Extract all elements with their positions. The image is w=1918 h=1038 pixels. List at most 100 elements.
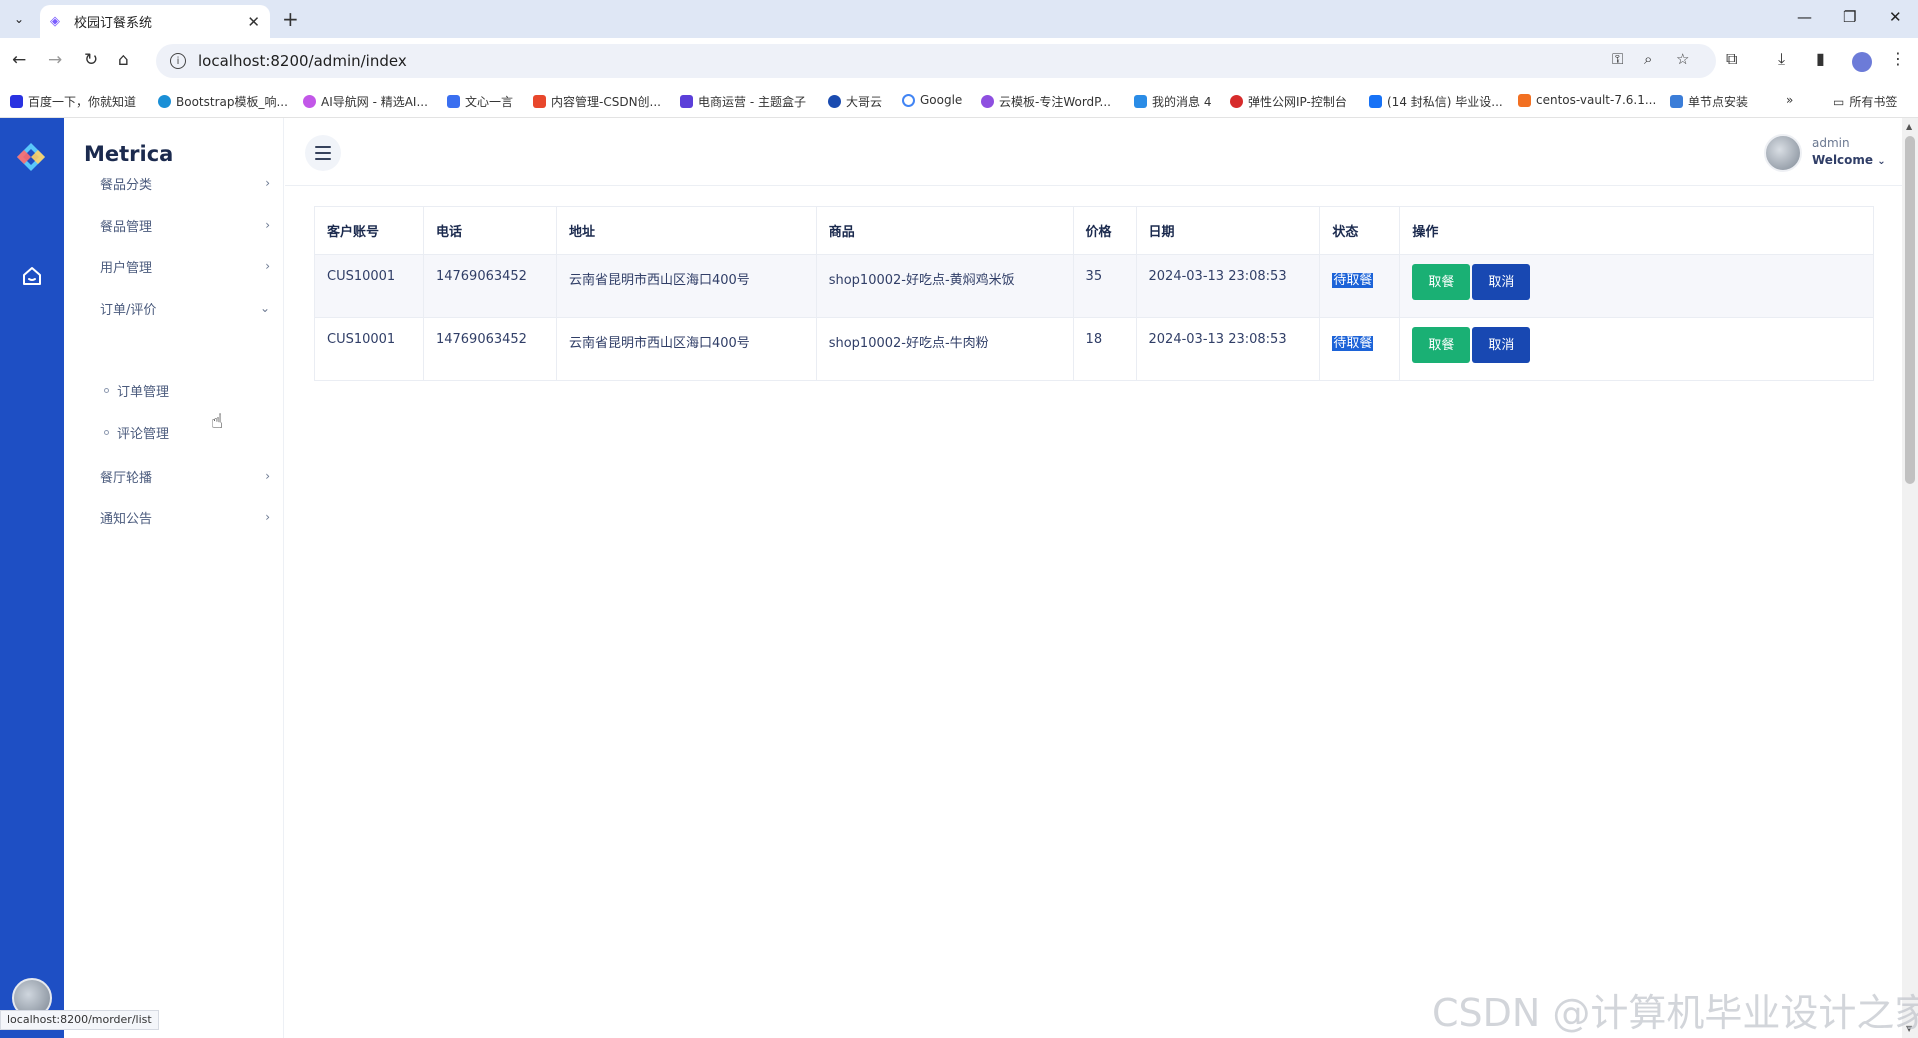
yun-template-icon: [981, 95, 994, 108]
layers-icon: [1670, 95, 1683, 108]
csdn-icon: [533, 95, 546, 108]
chevron-down-icon: ⌄: [259, 301, 270, 315]
tab-title: 校园订餐系统: [74, 16, 153, 31]
user-dropdown[interactable]: Welcome ⌄: [1812, 153, 1886, 167]
cell-address: 云南省昆明市西山区海口400号: [555, 317, 817, 381]
window-minimize-icon[interactable]: —: [1797, 8, 1812, 26]
bookmark-item[interactable]: 百度一下，你就知道: [10, 93, 136, 110]
sidebar-item-meal-management[interactable]: 餐品管理 ›: [100, 213, 270, 237]
bookmark-item[interactable]: 我的消息 4: [1134, 93, 1211, 110]
aliyun-icon: [1518, 93, 1531, 107]
cancel-button[interactable]: 取消: [1472, 264, 1531, 300]
window-restore-icon[interactable]: ❐: [1843, 8, 1856, 26]
bookmark-item[interactable]: 电商运营 - 主题盒子: [680, 93, 806, 110]
cancel-button[interactable]: 取消: [1472, 327, 1531, 363]
column-header: 状态: [1319, 206, 1401, 255]
column-header: 电话: [422, 206, 557, 255]
bookmark-item[interactable]: centos-vault-7.6.1...: [1518, 93, 1656, 107]
bookmark-item[interactable]: Google: [902, 93, 962, 107]
pickup-button[interactable]: 取餐: [1412, 264, 1471, 300]
column-header: 商品: [815, 206, 1074, 255]
scroll-up-arrow-icon[interactable]: ▲: [1906, 122, 1912, 131]
link-hover-status: localhost:8200/morder/list: [0, 1010, 159, 1030]
browser-address-bar: ← → ↻ ⌂ i localhost:8200/admin/index ⚿ ⌕…: [0, 38, 1918, 84]
new-tab-plus-icon[interactable]: +: [282, 7, 299, 31]
bookmark-item[interactable]: 文心一言: [447, 93, 513, 110]
chevron-right-icon: ›: [265, 176, 270, 190]
sidebar-item-notices[interactable]: 通知公告 ›: [100, 505, 270, 529]
status-badge: 待取餐: [1332, 273, 1374, 288]
bootstrap-icon: [158, 95, 171, 108]
extensions-icon[interactable]: ⧉: [1726, 49, 1737, 69]
app-left-iconbar: [0, 118, 64, 1038]
tab-close-icon[interactable]: ✕: [247, 13, 260, 31]
bookmarks-overflow-icon[interactable]: »: [1786, 93, 1793, 107]
all-bookmarks-folder[interactable]: ▭ 所有书签: [1833, 93, 1897, 110]
app-topbar: admin Welcome ⌄: [285, 118, 1902, 186]
sidebar-item-restaurant-carousel[interactable]: 餐厅轮播 ›: [100, 464, 270, 488]
cell-address: 云南省昆明市西山区海口400号: [555, 254, 817, 318]
bullet-icon: [104, 430, 109, 435]
window-close-icon[interactable]: ✕: [1889, 8, 1902, 26]
pickup-button[interactable]: 取餐: [1412, 327, 1471, 363]
sidebar-item-orders-reviews[interactable]: 订单/评价 ⌄: [100, 296, 270, 320]
home-icon[interactable]: [20, 264, 44, 288]
cell-actions: 取餐 取消: [1399, 317, 1874, 381]
bullet-icon: [104, 388, 109, 393]
user-avatar[interactable]: [1764, 134, 1802, 172]
forward-arrow-icon[interactable]: →: [48, 50, 62, 70]
folder-icon: ▭: [1833, 94, 1845, 109]
password-key-icon[interactable]: ⚿: [1612, 50, 1623, 68]
bookmark-item[interactable]: 内容管理-CSDN创...: [533, 93, 661, 110]
wenxin-icon: [447, 95, 460, 108]
reload-icon[interactable]: ↻: [84, 50, 98, 70]
sidebar-item-user-management[interactable]: 用户管理 ›: [100, 254, 270, 278]
column-header: 价格: [1072, 206, 1137, 255]
sidebar-subitem-order-management[interactable]: 订单管理: [104, 381, 169, 400]
hand-pointer-cursor-icon: ☝: [211, 409, 224, 433]
cell-phone: 14769063452: [422, 254, 557, 318]
bookmark-item[interactable]: 大哥云: [828, 93, 882, 110]
browser-tab-active[interactable]: ◈ 校园订餐系统 ✕: [40, 5, 270, 38]
cell-status: 待取餐: [1319, 317, 1401, 381]
browser-menu-icon[interactable]: ⋮: [1890, 49, 1906, 68]
tab-search-chevron-icon[interactable]: ⌄: [8, 8, 30, 30]
scrollbar-thumb[interactable]: [1905, 136, 1915, 484]
watermark: CSDN @计算机毕业设计之家: [1432, 991, 1918, 1035]
profile-avatar-icon[interactable]: [1852, 52, 1872, 72]
zoom-icon[interactable]: ⌕: [1644, 50, 1652, 68]
menu-toggle-icon[interactable]: [305, 135, 341, 171]
download-icon[interactable]: ⤓: [1778, 49, 1785, 69]
home-page-icon[interactable]: ⌂: [118, 50, 129, 70]
sidebar-item-meal-category[interactable]: 餐品分类 ›: [100, 171, 270, 195]
zhihu-icon: [1369, 95, 1382, 108]
tab-favicon-icon: ◈: [50, 13, 60, 29]
page-scrollbar[interactable]: ▲ ▼: [1902, 118, 1918, 1038]
dage-cloud-icon: [828, 95, 841, 108]
bookmark-item[interactable]: (14 封私信) 毕业设...: [1369, 93, 1503, 110]
bookmark-item[interactable]: 单节点安装: [1670, 93, 1748, 110]
site-info-icon[interactable]: i: [170, 53, 186, 69]
bookmark-star-icon[interactable]: ☆: [1676, 50, 1689, 68]
bookmark-item[interactable]: AI导航网 - 精选AI...: [303, 93, 428, 110]
browser-tab-strip: ⌄ ◈ 校园订餐系统 ✕ + — ❐ ✕: [0, 0, 1918, 38]
huawei-icon: [1230, 95, 1243, 108]
chevron-down-icon: ⌄: [1877, 156, 1886, 167]
bookmark-item[interactable]: 弹性公网IP-控制台: [1230, 93, 1347, 110]
bookmark-item[interactable]: Bootstrap模板_响...: [158, 93, 288, 110]
chevron-right-icon: ›: [265, 469, 270, 483]
bilibili-icon: [1134, 95, 1147, 108]
column-header: 操作: [1399, 206, 1874, 255]
sidebar-subitem-review-management[interactable]: 评论管理: [104, 423, 169, 442]
back-arrow-icon[interactable]: ←: [12, 50, 26, 70]
table-row: CUS10001 14769063452 云南省昆明市西山区海口400号 sho…: [314, 317, 1874, 381]
bookmarks-bar: 百度一下，你就知道 Bootstrap模板_响... AI导航网 - 精选AI.…: [0, 84, 1918, 118]
column-header: 日期: [1135, 206, 1321, 255]
cell-status: 待取餐: [1319, 254, 1401, 318]
orders-table: 客户账号 电话 地址 商品 价格 日期 状态 操作 CUS10001 14769…: [314, 206, 1874, 381]
table-header-row: 客户账号 电话 地址 商品 价格 日期 状态 操作: [314, 206, 1874, 255]
bookmark-item[interactable]: 云模板-专注WordP...: [981, 93, 1111, 110]
url-input[interactable]: i localhost:8200/admin/index: [156, 44, 1716, 78]
side-panel-icon[interactable]: ▮: [1816, 49, 1825, 68]
baidu-icon: [10, 95, 23, 108]
